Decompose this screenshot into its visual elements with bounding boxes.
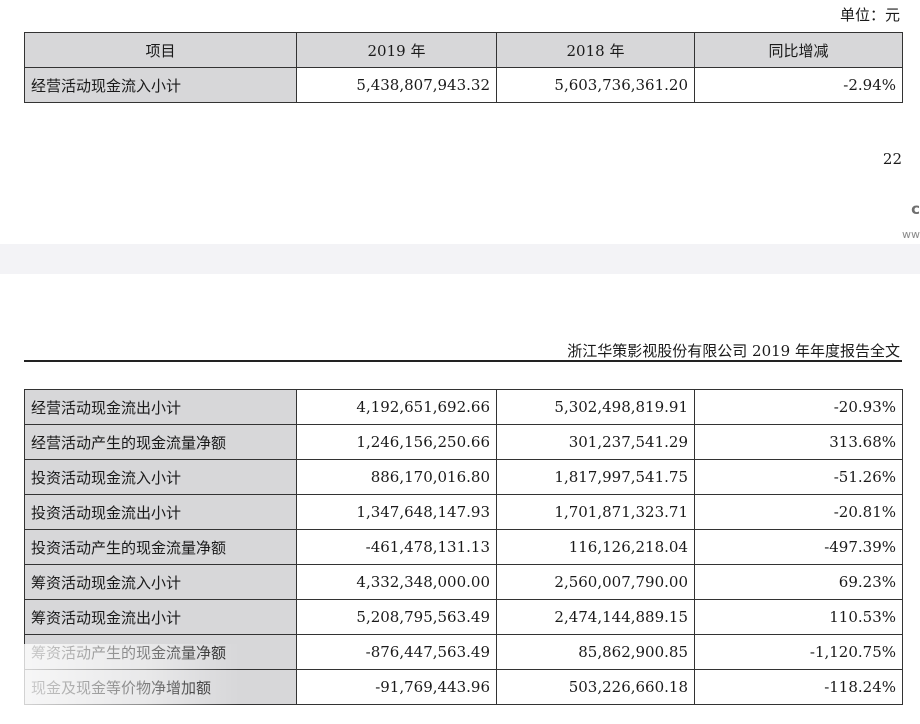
- row-label: 投资活动产生的现金流量净额: [24, 529, 297, 565]
- value-2018: 1,701,871,323.71: [496, 494, 695, 530]
- header-change: 同比增减: [694, 32, 903, 68]
- table-row: 经营活动现金流入小计 5,438,807,943.32 5,603,736,36…: [24, 67, 903, 103]
- value-2019: -91,769,443.96: [296, 669, 497, 705]
- value-2018: 1,817,997,541.75: [496, 459, 695, 495]
- value-change: -20.81%: [694, 494, 903, 530]
- value-2019: 886,170,016.80: [296, 459, 497, 495]
- value-2019: 4,332,348,000.00: [296, 564, 497, 600]
- header-2019: 2019 年: [296, 32, 497, 68]
- value-change: 313.68%: [694, 424, 903, 460]
- cash-flow-table-top: 项目 2019 年 2018 年 同比增减 经营活动现金流入小计 5,438,8…: [24, 32, 903, 103]
- row-label: 经营活动现金流入小计: [24, 67, 297, 103]
- value-2018: 503,226,660.18: [496, 669, 695, 705]
- value-change: -497.39%: [694, 529, 903, 565]
- header-rule: [24, 360, 902, 362]
- watermark-fragment: c: [911, 200, 920, 218]
- page-number: 22: [882, 150, 902, 168]
- table-row: 经营活动现金流出小计 4,192,651,692.66 5,302,498,81…: [24, 389, 903, 425]
- table-header-row: 项目 2019 年 2018 年 同比增减: [24, 32, 903, 68]
- row-label: 经营活动产生的现金流量净额: [24, 424, 297, 460]
- value-2018: 116,126,218.04: [496, 529, 695, 565]
- value-change: -51.26%: [694, 459, 903, 495]
- row-label: 筹资活动现金流出小计: [24, 599, 297, 635]
- row-label: 筹资活动现金流入小计: [24, 564, 297, 600]
- value-2019: 5,208,795,563.49: [296, 599, 497, 635]
- value-2018: 5,603,736,361.20: [496, 67, 695, 103]
- value-2018: 2,474,144,889.15: [496, 599, 695, 635]
- header-item: 项目: [24, 32, 297, 68]
- value-change: -118.24%: [694, 669, 903, 705]
- value-2018: 5,302,498,819.91: [496, 389, 695, 425]
- value-change: -2.94%: [694, 67, 903, 103]
- row-label: 投资活动现金流出小计: [24, 494, 297, 530]
- unit-label: 单位：元: [839, 6, 900, 24]
- value-2019: 5,438,807,943.32: [296, 67, 497, 103]
- table-row: 筹资活动现金流入小计 4,332,348,000.00 2,560,007,79…: [24, 564, 903, 600]
- document-header: 浙江华策影视股份有限公司 2019 年年度报告全文: [567, 342, 900, 360]
- value-change: 110.53%: [694, 599, 903, 635]
- row-label: 经营活动现金流出小计: [24, 389, 297, 425]
- table-row: 筹资活动现金流出小计 5,208,795,563.49 2,474,144,88…: [24, 599, 903, 635]
- value-2018: 85,862,900.85: [496, 634, 695, 670]
- table-row: 投资活动现金流入小计 886,170,016.80 1,817,997,541.…: [24, 459, 903, 495]
- table-row: 现金及现金等价物净增加额 -91,769,443.96 503,226,660.…: [24, 669, 903, 705]
- value-2019: -876,447,563.49: [296, 634, 497, 670]
- value-change: -20.93%: [694, 389, 903, 425]
- value-change: -1,120.75%: [694, 634, 903, 670]
- cash-flow-table-bottom: 经营活动现金流出小计 4,192,651,692.66 5,302,498,81…: [24, 389, 903, 705]
- table-row: 经营活动产生的现金流量净额 1,246,156,250.66 301,237,5…: [24, 424, 903, 460]
- value-2019: 4,192,651,692.66: [296, 389, 497, 425]
- value-2019: 1,347,648,147.93: [296, 494, 497, 530]
- header-2018: 2018 年: [496, 32, 695, 68]
- table-row: 投资活动现金流出小计 1,347,648,147.93 1,701,871,32…: [24, 494, 903, 530]
- value-2018: 2,560,007,790.00: [496, 564, 695, 600]
- value-2019: 1,246,156,250.66: [296, 424, 497, 460]
- value-2019: -461,478,131.13: [296, 529, 497, 565]
- value-change: 69.23%: [694, 564, 903, 600]
- row-label: 筹资活动产生的现金流量净额: [24, 634, 297, 670]
- table-row: 投资活动产生的现金流量净额 -461,478,131.13 116,126,21…: [24, 529, 903, 565]
- page-break-gap: [0, 244, 920, 274]
- row-label: 现金及现金等价物净增加额: [24, 669, 297, 705]
- table-row: 筹资活动产生的现金流量净额 -876,447,563.49 85,862,900…: [24, 634, 903, 670]
- row-label: 投资活动现金流入小计: [24, 459, 297, 495]
- watermark-url-fragment: ww: [902, 228, 920, 241]
- value-2018: 301,237,541.29: [496, 424, 695, 460]
